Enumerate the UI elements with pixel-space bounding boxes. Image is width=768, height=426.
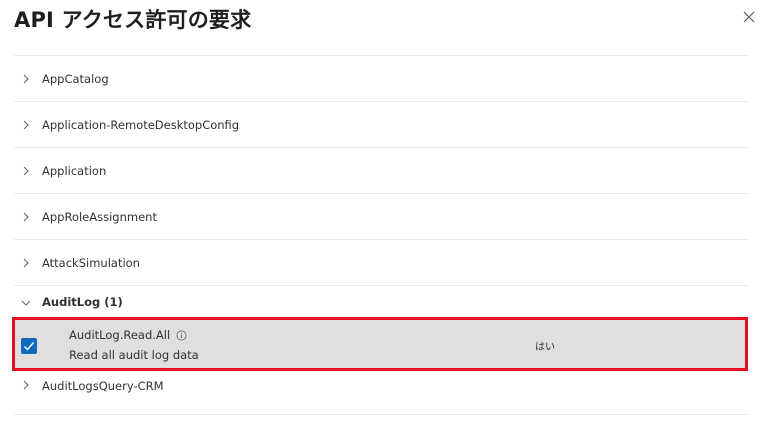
group-label: AuditLog (1) xyxy=(42,295,123,309)
panel-title: API アクセス許可の要求 xyxy=(14,8,252,32)
chevron-right-icon xyxy=(23,380,29,390)
group-auditlog[interactable]: AuditLog (1) xyxy=(14,285,748,317)
admin-consent-required: はい xyxy=(535,342,555,353)
group-appcatalog[interactable]: AppCatalog xyxy=(14,55,748,101)
close-icon xyxy=(743,11,755,23)
permission-checkbox[interactable] xyxy=(21,338,37,354)
group-label: Application xyxy=(42,163,107,178)
group-attacksimulation[interactable]: AttackSimulation xyxy=(14,239,748,285)
chevron-right-icon xyxy=(23,120,29,129)
info-icon[interactable] xyxy=(176,330,187,341)
group-application[interactable]: Application xyxy=(14,147,748,193)
chevron-right-icon xyxy=(23,258,29,267)
group-approleassignment[interactable]: AppRoleAssignment xyxy=(14,193,748,239)
group-label: AppRoleAssignment xyxy=(42,209,157,224)
chevron-right-icon xyxy=(23,74,29,83)
request-api-permissions-panel: API アクセス許可の要求 AppCatalog Application-Rem… xyxy=(0,0,768,426)
permission-name-text: AuditLog.Read.All xyxy=(69,328,171,342)
group-label: AppCatalog xyxy=(42,71,109,86)
group-label: Application-RemoteDesktopConfig xyxy=(42,117,240,132)
chevron-down-icon xyxy=(21,300,31,306)
chevron-right-icon xyxy=(23,212,29,221)
group-label: AttackSimulation xyxy=(42,255,140,270)
permission-row-container: AuditLog.Read.All Read all audit log dat… xyxy=(12,317,748,377)
group-label: AuditLogsQuery-CRM xyxy=(42,379,164,393)
permission-group-list: AppCatalog Application-RemoteDesktopConf… xyxy=(12,55,748,415)
chevron-right-icon xyxy=(23,166,29,175)
close-button[interactable] xyxy=(736,4,762,30)
group-auditlogsquery-crm[interactable]: AuditLogsQuery-CRM xyxy=(14,377,748,415)
group-application-remotedesktopconfig[interactable]: Application-RemoteDesktopConfig xyxy=(14,101,748,147)
checkmark-icon xyxy=(24,342,35,351)
permission-row-auditlog-read-all[interactable]: AuditLog.Read.All Read all audit log dat… xyxy=(12,317,748,371)
permission-name: AuditLog.Read.All xyxy=(69,328,187,342)
permission-description: Read all audit log data xyxy=(69,348,199,362)
